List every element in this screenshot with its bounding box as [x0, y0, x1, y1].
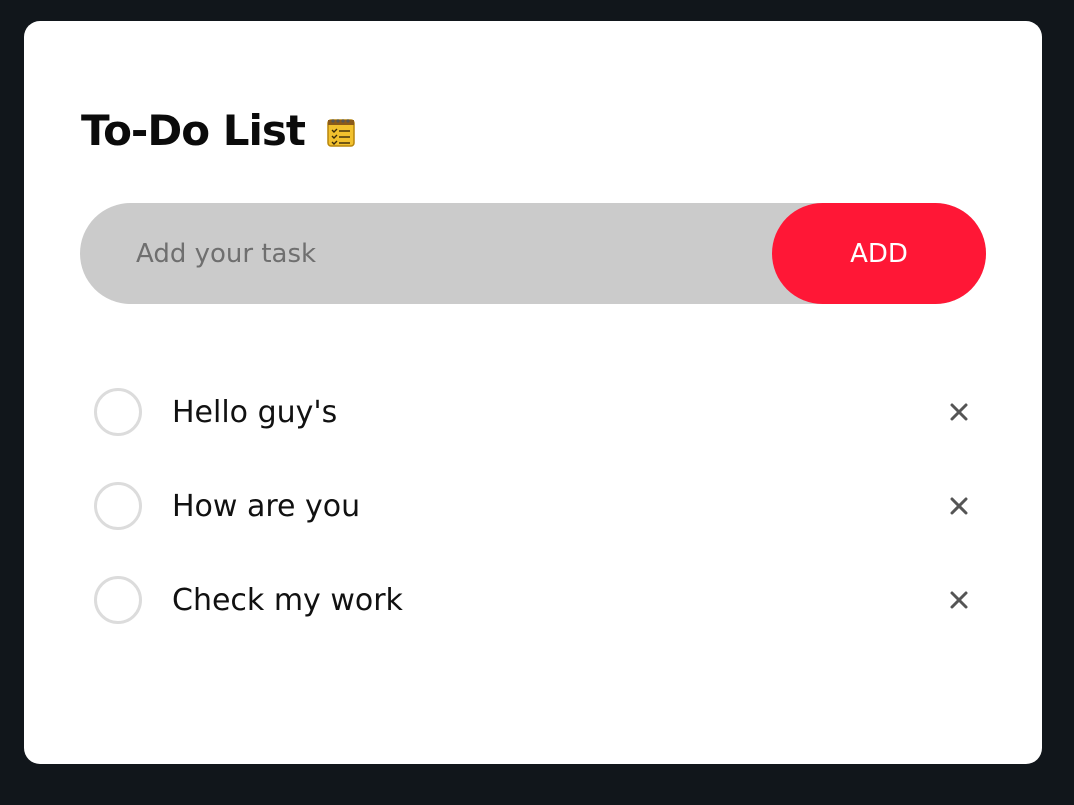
- title-row: To-Do List: [81, 103, 355, 157]
- close-icon[interactable]: [944, 397, 974, 427]
- list-item[interactable]: How are you: [94, 459, 974, 553]
- checkbox-circle[interactable]: [94, 482, 142, 530]
- page-title: To-Do List: [81, 105, 306, 155]
- list-item[interactable]: Hello guy's: [94, 365, 974, 459]
- task-list: Hello guy's How are you Check my work: [94, 365, 974, 647]
- add-button[interactable]: ADD: [772, 203, 986, 304]
- task-input[interactable]: [136, 203, 756, 304]
- checkbox-circle[interactable]: [94, 388, 142, 436]
- checkbox-circle[interactable]: [94, 576, 142, 624]
- close-icon[interactable]: [944, 491, 974, 521]
- close-icon[interactable]: [944, 585, 974, 615]
- task-input-bar: ADD: [80, 203, 986, 304]
- task-text: Hello guy's: [172, 394, 338, 430]
- task-text: Check my work: [172, 582, 403, 618]
- task-text: How are you: [172, 488, 361, 524]
- list-item[interactable]: Check my work: [94, 553, 974, 647]
- notepad-icon: [327, 117, 355, 147]
- todo-card: To-Do List ADD Hello guy's: [24, 21, 1042, 764]
